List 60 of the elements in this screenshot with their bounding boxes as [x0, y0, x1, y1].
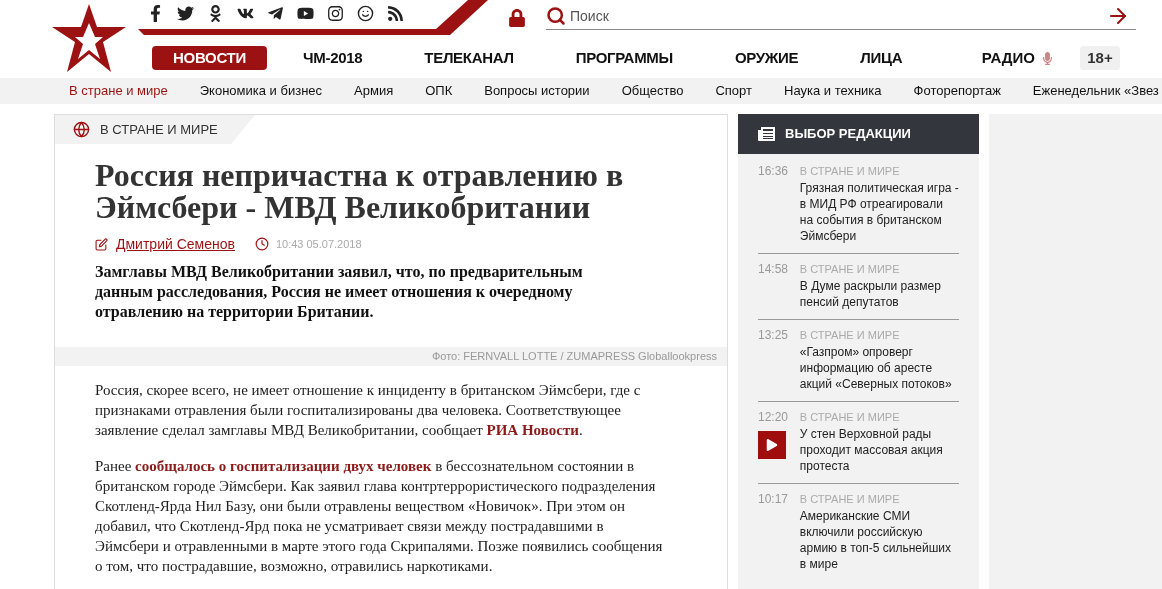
globe-icon [73, 121, 90, 138]
subnav-item[interactable]: Фоторепортаж [913, 81, 1001, 101]
news-time: 12:20 [758, 410, 790, 424]
nav-tab[interactable]: ПРОГРАММЫ [575, 46, 673, 70]
photo-credit: Фото: FERNVALL LOTTE / ZUMAPRESS Globallookpress [431, 349, 717, 365]
news-time: 16:36 [758, 164, 790, 178]
clock-icon [254, 237, 269, 251]
nav-tab[interactable]: НОВОСТИ [152, 46, 267, 70]
subnav-item[interactable]: Еженедельник «Звез [1032, 81, 1159, 101]
article-link[interactable]: РИА Новости [486, 422, 579, 438]
smile-icon[interactable] [356, 5, 374, 22]
star-logo[interactable] [52, 4, 126, 72]
nav-tab[interactable]: ЧМ-2018 [303, 46, 363, 70]
news-time: 10:17 [758, 492, 790, 506]
section-title: ВЫБОР РЕДАКЦИИ [785, 125, 911, 144]
twitter-icon[interactable] [176, 5, 194, 22]
instagram-icon[interactable] [326, 5, 344, 22]
subnav-item[interactable]: Общество [621, 81, 684, 101]
newspaper-icon [758, 127, 775, 141]
news-category: В СТРАНЕ И МИРЕ [799, 492, 901, 506]
news-category: В СТРАНЕ И МИРЕ [799, 262, 901, 276]
search-icon [546, 6, 566, 26]
article-paragraph: Россия, скорее всего, не имеет отношение к инциденту в британском Эймсбери, где с признаками отравления были госпитализированы два человека. Соответствующее заявление сделал замглавы МВД Великобритании, сообщает РИА Новости. [95, 381, 642, 440]
lock-icon[interactable] [508, 9, 526, 27]
rss-icon[interactable] [386, 5, 404, 22]
news-title[interactable]: Грязная политическая игра - в МИД РФ отреагировали на события в британском Эймсбери [799, 180, 959, 244]
age-rating: 18+ [1080, 46, 1120, 70]
nav-tab[interactable]: ЛИЦА [860, 46, 903, 70]
article-link[interactable]: сообщалось о госпитализации двух человек [135, 458, 432, 474]
subnav-item[interactable]: ОПК [425, 81, 453, 101]
youtube-icon[interactable] [296, 5, 314, 22]
telegram-icon[interactable] [266, 5, 284, 22]
subnav-item[interactable]: Спорт [715, 81, 752, 101]
subnav-item[interactable]: Наука и техника [784, 81, 882, 101]
news-time: 13:25 [758, 328, 790, 342]
search-field[interactable]: Поиск [570, 5, 1106, 27]
subnav-item[interactable]: Армия [354, 81, 394, 101]
subnav-item[interactable]: В стране и мире [69, 81, 168, 101]
subnav-item[interactable]: Экономика и бизнес [199, 81, 323, 101]
news-time: 14:58 [758, 262, 790, 276]
news-title[interactable]: У стен Верховной рады проходит массовая акция протеста [799, 426, 959, 474]
news-title[interactable]: В Думе раскрыли размер пенсий депутатов [799, 278, 959, 310]
article-title: Россия непричастна к отравлению в Эймсбери - МВД Великобритании [94, 159, 625, 223]
subnav-item[interactable]: Вопросы истории [484, 81, 590, 101]
news-category: В СТРАНЕ И МИРЕ [799, 164, 901, 178]
article-lead: Замглавы МВД Великобритании заявил, что, по предварительным данным расследования, Россия не имеет отношения к очередному отравлению на территории Британии. [94, 262, 584, 322]
radio-link[interactable]: РАДИО [981, 46, 1054, 70]
microphone-icon [1041, 51, 1054, 65]
category-label: В СТРАНЕ И МИРЕ [100, 120, 218, 139]
nav-tab[interactable]: ОРУЖИЕ [734, 46, 799, 70]
article-paragraph: Ранее сообщалось о госпитализации двух человек в бессознательном состоянии в британском городе Эймсбери. Как заявил глава контртеррористического подразделения Скотленд-Ярда Нил Базу, они были отравлены веществом «Новичок». При этом он добавил, что Скотленд-Ярд пока не усматривает связи между пострадавшими в Эймсбери и отравленными в марте этого года Скрипалями. Позже появились сообщения о том, что пострадавшие, возможно, отравились наркотиками. [95, 457, 664, 576]
edit-icon [95, 237, 108, 251]
news-category: В СТРАНЕ И МИРЕ [799, 410, 901, 424]
news-title[interactable]: Американские СМИ включили российскую армию в топ-5 сильнейших в мире [799, 508, 959, 572]
play-icon[interactable] [758, 431, 786, 459]
news-category: В СТРАНЕ И МИРЕ [799, 328, 901, 342]
news-title[interactable]: «Газпром» опроверг информацию об аресте акций «Северных потоков» [799, 344, 959, 392]
publish-time: 10:43 05.07.2018 [275, 236, 362, 252]
author-link[interactable]: Дмитрий Семенов [116, 233, 235, 255]
nav-tab[interactable]: ТЕЛЕКАНАЛ [424, 46, 514, 70]
